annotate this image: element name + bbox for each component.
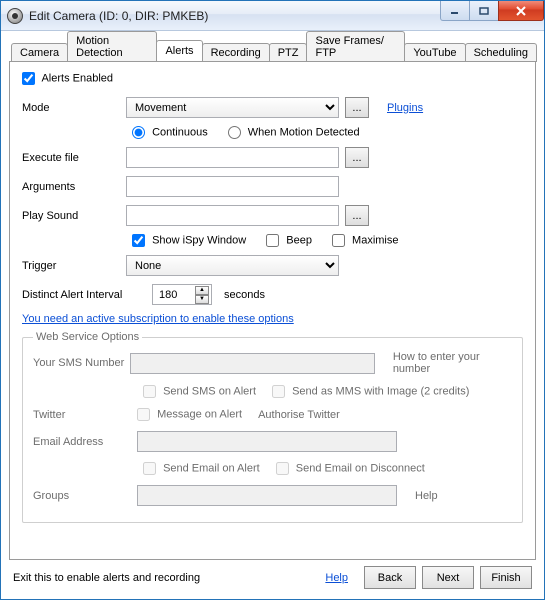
tab-save-frames-ftp[interactable]: Save Frames/ FTP — [306, 31, 405, 62]
tab-motion-detection[interactable]: Motion Detection — [67, 31, 157, 62]
tab-panel-alerts: Alerts Enabled Mode Movement ... Plugins… — [9, 61, 536, 560]
execute-file-browse-button[interactable]: ... — [345, 147, 369, 168]
radio-continuous[interactable]: Continuous — [132, 126, 208, 139]
plugins-link[interactable]: Plugins — [387, 102, 423, 114]
tab-strip: Camera Motion Detection Alerts Recording… — [9, 39, 536, 61]
distinct-alert-interval-label: Distinct Alert Interval — [22, 289, 152, 301]
next-button[interactable]: Next — [422, 566, 474, 589]
tab-camera[interactable]: Camera — [11, 43, 68, 62]
interval-unit-label: seconds — [224, 289, 265, 301]
groups-help-label: Help — [415, 490, 438, 502]
help-link[interactable]: Help — [325, 572, 348, 584]
alerts-enabled-checkbox[interactable]: Alerts Enabled — [22, 72, 113, 85]
trigger-label: Trigger — [22, 260, 126, 272]
tab-recording[interactable]: Recording — [202, 43, 270, 62]
app-icon — [7, 8, 23, 24]
sms-number-label: Your SMS Number — [33, 357, 130, 369]
tab-alerts[interactable]: Alerts — [156, 40, 202, 61]
execute-file-input[interactable] — [126, 147, 339, 168]
how-to-enter-number-label: How to enter your number — [393, 351, 512, 375]
groups-label: Groups — [33, 490, 137, 502]
show-ispy-window-checkbox[interactable]: Show iSpy Window — [132, 234, 246, 247]
arguments-input[interactable] — [126, 176, 339, 197]
execute-file-label: Execute file — [22, 152, 126, 164]
maximize-button[interactable] — [469, 1, 499, 21]
send-email-on-disconnect-checkbox: Send Email on Disconnect — [276, 462, 425, 475]
minimize-button[interactable] — [440, 1, 470, 21]
spinner-down-icon[interactable]: ▼ — [195, 295, 209, 304]
close-button[interactable] — [498, 1, 544, 21]
finish-button[interactable]: Finish — [480, 566, 532, 589]
trigger-select[interactable]: None — [126, 255, 339, 276]
maximise-checkbox[interactable]: Maximise — [332, 234, 399, 247]
sms-number-input — [130, 353, 374, 374]
play-sound-browse-button[interactable]: ... — [345, 205, 369, 226]
send-sms-on-alert-checkbox: Send SMS on Alert — [143, 385, 256, 398]
window-title: Edit Camera (ID: 0, DIR: PMKEB) — [29, 9, 441, 23]
send-email-on-alert-checkbox: Send Email on Alert — [143, 462, 260, 475]
titlebar: Edit Camera (ID: 0, DIR: PMKEB) — [1, 1, 544, 31]
distinct-alert-interval-input[interactable] — [157, 288, 191, 302]
authorise-twitter-label: Authorise Twitter — [258, 409, 340, 421]
send-mms-on-alert-checkbox: Send as MMS with Image (2 credits) — [272, 385, 469, 398]
distinct-alert-interval-spinner[interactable]: ▲ ▼ — [152, 284, 212, 305]
back-button[interactable]: Back — [364, 566, 416, 589]
tab-ptz[interactable]: PTZ — [269, 43, 308, 62]
arguments-label: Arguments — [22, 181, 126, 193]
web-service-options-legend: Web Service Options — [33, 331, 142, 343]
groups-input — [137, 485, 397, 506]
web-service-options-group: Web Service Options Your SMS Number How … — [22, 331, 523, 523]
tab-youtube[interactable]: YouTube — [404, 43, 465, 62]
email-address-label: Email Address — [33, 436, 137, 448]
twitter-label: Twitter — [33, 409, 137, 421]
mode-browse-button[interactable]: ... — [345, 97, 369, 118]
play-sound-label: Play Sound — [22, 210, 126, 222]
tab-scheduling[interactable]: Scheduling — [465, 43, 537, 62]
alerts-enabled-label: Alerts Enabled — [41, 72, 113, 84]
play-sound-input[interactable] — [126, 205, 339, 226]
email-address-input — [137, 431, 397, 452]
subscription-required-link[interactable]: You need an active subscription to enabl… — [22, 313, 523, 325]
message-on-alert-checkbox: Message on Alert — [137, 408, 242, 421]
footer-hint: Exit this to enable alerts and recording — [13, 572, 325, 584]
radio-when-motion-detected[interactable]: When Motion Detected — [228, 126, 360, 139]
spinner-up-icon[interactable]: ▲ — [195, 286, 209, 295]
beep-checkbox[interactable]: Beep — [266, 234, 312, 247]
mode-select[interactable]: Movement — [126, 97, 339, 118]
mode-label: Mode — [22, 102, 126, 114]
